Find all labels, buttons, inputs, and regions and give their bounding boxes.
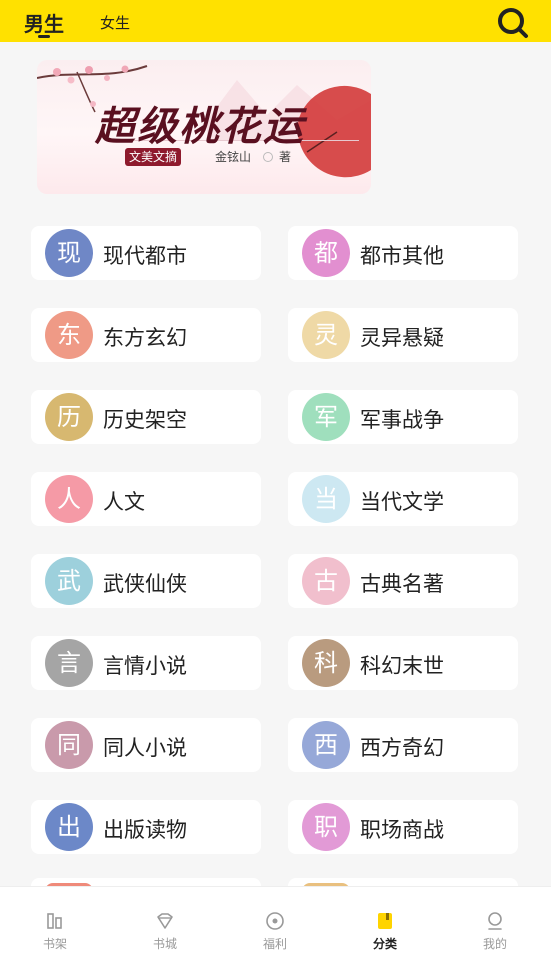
category-label: 东方玄幻	[103, 326, 187, 350]
category-icon: 灵	[302, 311, 350, 359]
category-item[interactable]: 古 古典名著	[288, 554, 518, 608]
banner-title: 超级桃花运	[95, 103, 305, 150]
category-label: 职场商战	[360, 818, 444, 842]
category-label: 科幻末世	[360, 654, 444, 678]
nav-label: 书城	[152, 937, 177, 951]
category-label: 古典名著	[360, 572, 444, 596]
category-icon: 都	[302, 229, 350, 277]
category-item[interactable]: 出 出版读物	[31, 800, 261, 854]
category-item[interactable]: 都 都市其他	[288, 226, 518, 280]
category-item[interactable]: 现 现代都市	[31, 226, 261, 280]
category-item[interactable]: 历 历史架空	[31, 390, 261, 444]
nav-label: 书架	[42, 937, 67, 951]
category-icon: 军	[302, 393, 350, 441]
category-item[interactable]: 灵 灵异悬疑	[288, 308, 518, 362]
banner-seal: 文美文摘	[125, 148, 182, 166]
category-label: 现代都市	[103, 244, 187, 268]
category-item[interactable]: 职 职场商战	[288, 800, 518, 854]
category-book-icon	[378, 913, 392, 929]
banner-author: 金铉山	[215, 150, 252, 164]
nav-bookshelf[interactable]: 书架	[0, 887, 110, 966]
category-icon: 出	[45, 803, 93, 851]
category-item[interactable]: 军 军事战争	[288, 390, 518, 444]
nav-welfare[interactable]: 福利	[220, 887, 330, 966]
tab-male[interactable]: 男生	[24, 8, 64, 37]
category-label: 人文	[103, 490, 145, 514]
bookshelf-icon	[47, 913, 62, 929]
category-icon: 言	[45, 639, 93, 687]
category-item[interactable]: 人 人文	[31, 472, 261, 526]
category-icon: 现	[45, 229, 93, 277]
category-label: 武侠仙侠	[103, 572, 187, 596]
category-icon: 职	[302, 803, 350, 851]
profile-icon	[488, 912, 502, 930]
category-icon: 历	[45, 393, 93, 441]
category-label: 出版读物	[103, 818, 187, 842]
welfare-icon	[266, 912, 284, 930]
category-item[interactable]: 言 言情小说	[31, 636, 261, 690]
category-icon: 武	[45, 557, 93, 605]
nav-label: 福利	[262, 937, 287, 951]
category-item[interactable]: 同 同人小说	[31, 718, 261, 772]
category-label: 当代文学	[360, 490, 444, 514]
banner-author-suffix: 著	[279, 150, 292, 164]
category-label: 同人小说	[103, 736, 187, 760]
category-icon: 东	[45, 311, 93, 359]
tab-active-indicator	[38, 35, 50, 38]
category-item[interactable]: 东 东方玄幻	[31, 308, 261, 362]
category-icon: 人	[45, 475, 93, 523]
category-label: 言情小说	[103, 654, 187, 678]
nav-category[interactable]: 分类	[330, 887, 440, 966]
category-item[interactable]: 当 当代文学	[288, 472, 518, 526]
category-item[interactable]: 西 西方奇幻	[288, 718, 518, 772]
bottom-nav: 书架 书城 福利 分类 我的	[0, 886, 551, 966]
category-label: 军事战争	[360, 408, 444, 432]
category-icon: 古	[302, 557, 350, 605]
nav-label: 我的	[482, 937, 507, 951]
bookstore-diamond-icon	[157, 913, 173, 929]
top-bar: 男生 女生	[0, 0, 551, 42]
category-item[interactable]: 武 武侠仙侠	[31, 554, 261, 608]
search-icon[interactable]	[497, 7, 529, 39]
category-item[interactable]: 科 科幻末世	[288, 636, 518, 690]
category-icon: 同	[45, 721, 93, 769]
category-label: 都市其他	[360, 244, 444, 268]
nav-profile[interactable]: 我的	[440, 887, 550, 966]
category-icon: 西	[302, 721, 350, 769]
author-separator-icon	[263, 152, 273, 162]
tab-female[interactable]: 女生	[100, 12, 130, 33]
category-label: 历史架空	[103, 408, 187, 432]
nav-bookstore[interactable]: 书城	[110, 887, 220, 966]
category-label: 西方奇幻	[360, 736, 444, 760]
nav-label: 分类	[372, 937, 397, 951]
category-label: 灵异悬疑	[360, 326, 444, 350]
category-icon: 当	[302, 475, 350, 523]
promo-banner[interactable]: 超级桃花运 文美文摘 金铉山 著	[37, 60, 371, 194]
category-icon: 科	[302, 639, 350, 687]
